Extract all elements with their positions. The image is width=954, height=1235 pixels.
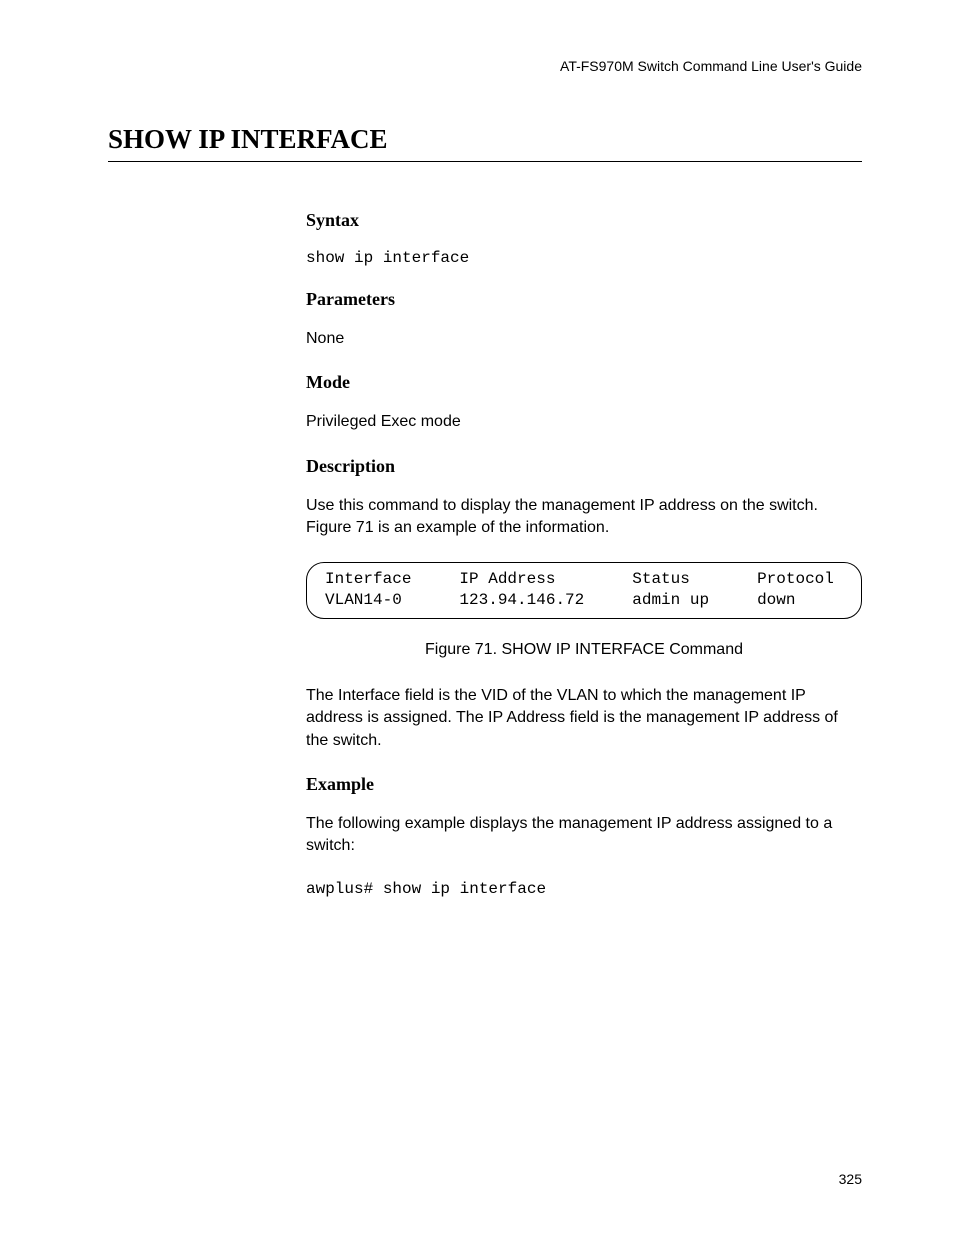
description-post-text: The Interface field is the VID of the VL… bbox=[306, 685, 862, 752]
parameters-text: None bbox=[306, 328, 862, 350]
header-guide-title: AT-FS970M Switch Command Line User's Gui… bbox=[108, 58, 862, 74]
example-command: awplus# show ip interface bbox=[306, 880, 862, 898]
description-heading: Description bbox=[306, 456, 862, 477]
figure-caption: Figure 71. SHOW IP INTERFACE Command bbox=[306, 641, 862, 659]
syntax-heading: Syntax bbox=[306, 210, 862, 231]
example-intro: The following example displays the manag… bbox=[306, 813, 862, 858]
page-number: 325 bbox=[839, 1171, 862, 1187]
content-body: Syntax show ip interface Parameters None… bbox=[306, 210, 862, 898]
mode-text: Privileged Exec mode bbox=[306, 411, 862, 433]
figure-data-row: VLAN14-0 123.94.146.72 admin up down bbox=[325, 591, 795, 609]
syntax-command: show ip interface bbox=[306, 249, 862, 267]
mode-heading: Mode bbox=[306, 372, 862, 393]
page-title: SHOW IP INTERFACE bbox=[108, 124, 862, 162]
parameters-heading: Parameters bbox=[306, 289, 862, 310]
description-intro: Use this command to display the manageme… bbox=[306, 495, 862, 540]
figure-header-row: Interface IP Address Status Protocol bbox=[325, 570, 834, 588]
figure-output-box: Interface IP Address Status Protocol VLA… bbox=[306, 562, 862, 619]
example-heading: Example bbox=[306, 774, 862, 795]
